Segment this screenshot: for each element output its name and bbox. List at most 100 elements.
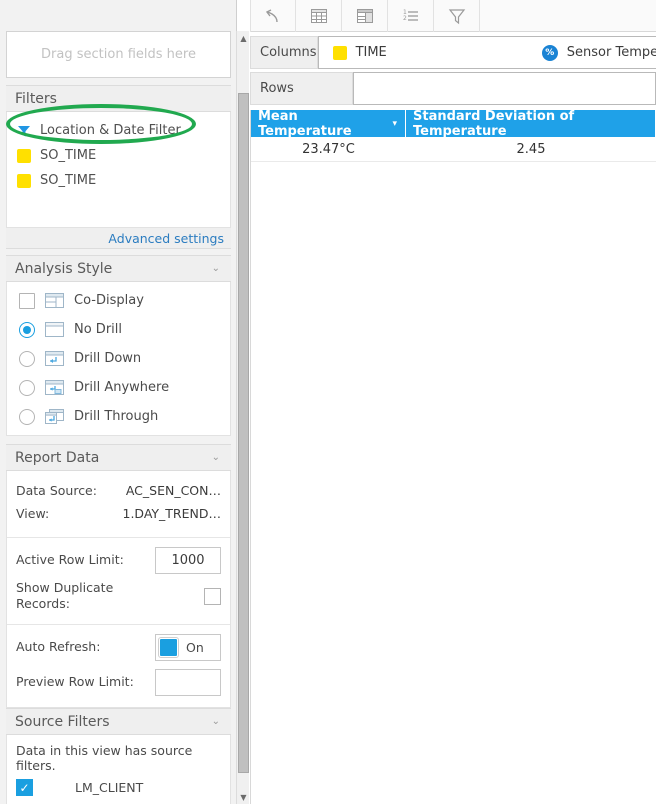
grid-header-mean-temperature[interactable]: Mean Temperature ▾ [251, 108, 406, 139]
option-co-display[interactable]: Co-Display [7, 286, 230, 315]
filters-section-header[interactable]: Filters [6, 85, 231, 112]
left-config-panel: Drag section fields here Filters Locatio… [0, 0, 249, 804]
option-drill-through[interactable]: Drill Through [7, 402, 230, 431]
column-chip-time[interactable]: TIME [332, 45, 387, 60]
analysis-style-section-body: Co-Display No Drill Drill Down Drill Any… [6, 282, 231, 436]
percent-icon: % [541, 44, 558, 61]
analysis-style-title: Analysis Style [15, 260, 113, 277]
source-filter-item[interactable]: ✓ LM_CLIENT [7, 773, 230, 796]
no-drill-radio[interactable] [19, 321, 35, 338]
table-button[interactable] [296, 0, 342, 32]
chevron-down-icon: ⌄ [211, 715, 220, 727]
active-row-limit-row: Active Row Limit: 1000 [7, 544, 230, 576]
divider [7, 624, 230, 625]
column-chip-sensor-temperature[interactable]: % Sensor Temperatu [541, 44, 656, 61]
list-button[interactable]: 1 2 [388, 0, 434, 32]
source-filters-section-body: Data in this view has source filters. ✓ … [6, 735, 231, 804]
left-panel-scrollbar[interactable]: ▲ ▼ [236, 31, 249, 804]
drag-zone-placeholder: Drag section fields here [41, 47, 196, 62]
table-row[interactable]: 23.47°C 2.45 [251, 137, 656, 162]
option-drill-anywhere[interactable]: Drill Anywhere [7, 373, 230, 402]
filter-item-label: Location & Date Filter [40, 123, 181, 138]
section-fields-drop-zone[interactable]: Drag section fields here [6, 31, 231, 78]
checkmark-icon: ✓ [19, 780, 30, 795]
chip-label: Sensor Temperatu [566, 45, 656, 60]
view-value[interactable]: 1.DAY_TREND… [123, 506, 222, 521]
divider [7, 537, 230, 538]
funnel-icon [18, 125, 30, 136]
grid-header-standard-deviation[interactable]: Standard Deviation of Temperature [406, 109, 656, 139]
drill-through-radio[interactable] [19, 408, 35, 425]
advanced-settings-link[interactable]: Advanced settings [108, 231, 224, 246]
filter-item-label: SO_TIME [40, 148, 97, 163]
option-label: Drill Anywhere [74, 380, 170, 395]
no-drill-icon [45, 322, 64, 337]
source-filter-checkbox[interactable]: ✓ [16, 779, 33, 796]
list-icon: 1 2 [403, 9, 418, 22]
preview-row-limit-label: Preview Row Limit: [16, 674, 134, 689]
option-label: Drill Through [74, 409, 159, 424]
filter-item-location-date[interactable]: Location & Date Filter [7, 118, 230, 143]
show-duplicate-records-row: Show Duplicate Records: [7, 580, 230, 612]
drill-anywhere-icon [45, 380, 64, 395]
show-duplicate-records-label: Show Duplicate Records: [16, 580, 114, 611]
source-filters-section-header[interactable]: Source Filters ⌄ [6, 708, 231, 735]
view-row: View: 1.DAY_TREND… [7, 502, 230, 525]
filter-button[interactable] [434, 0, 480, 32]
data-source-row: Data Source: AC_SEN_CON… [7, 479, 230, 502]
co-display-checkbox[interactable] [19, 292, 35, 309]
option-label: Co-Display [74, 293, 144, 308]
svg-text:2: 2 [403, 15, 407, 22]
auto-refresh-label: Auto Refresh: [16, 639, 101, 654]
analysis-style-section-header[interactable]: Analysis Style ⌄ [6, 255, 231, 282]
report-data-section-header[interactable]: Report Data ⌄ [6, 444, 231, 471]
co-display-icon [45, 293, 64, 308]
filter-item-label: SO_TIME [40, 173, 97, 188]
filter-icon [448, 9, 465, 25]
data-source-value[interactable]: AC_SEN_CON… [126, 483, 221, 498]
filters-section-title: Filters [15, 90, 57, 107]
grid-header-label: Mean Temperature [258, 108, 352, 139]
auto-refresh-state: On [186, 639, 204, 655]
filter-item-so-time-1[interactable]: SO_TIME [7, 143, 230, 168]
drill-anywhere-radio[interactable] [19, 379, 35, 396]
advanced-settings-row: Advanced settings [6, 228, 231, 249]
option-label: Drill Down [74, 351, 142, 366]
undo-icon [265, 9, 278, 23]
filters-section-body: Location & Date Filter SO_TIME SO_TIME [6, 112, 231, 228]
data-source-label: Data Source: [16, 483, 97, 498]
yellow-square-icon [332, 45, 347, 60]
chevron-down-icon: ⌄ [211, 451, 220, 463]
drill-through-icon [45, 409, 64, 424]
report-data-title: Report Data [15, 449, 100, 466]
option-no-drill[interactable]: No Drill [7, 315, 230, 344]
auto-refresh-row: Auto Refresh: On [7, 631, 230, 663]
filter-item-so-time-2[interactable]: SO_TIME [7, 168, 230, 193]
grid-header-row: Mean Temperature ▾ Standard Deviation of… [251, 108, 656, 139]
scroll-up-arrow-icon[interactable]: ▲ [237, 31, 250, 45]
rows-shelf-drop[interactable] [353, 72, 656, 105]
preview-row-limit-row: Preview Row Limit: [7, 666, 230, 698]
report-data-section-body: Data Source: AC_SEN_CON… View: 1.DAY_TRE… [6, 471, 231, 708]
results-grid: Mean Temperature ▾ Standard Deviation of… [250, 108, 656, 804]
rows-shelf-label: Rows [250, 72, 353, 105]
show-duplicate-records-checkbox[interactable] [204, 587, 221, 605]
preview-row-limit-input[interactable] [155, 668, 221, 696]
columns-shelf-drop[interactable]: TIME % Sensor Temperatu [317, 36, 656, 69]
scrollbar-thumb[interactable] [238, 93, 249, 773]
report-layout-button[interactable] [342, 0, 388, 32]
undo-button[interactable] [250, 0, 296, 32]
toggle-knob-icon [158, 636, 179, 658]
option-drill-down[interactable]: Drill Down [7, 344, 230, 373]
drill-down-radio[interactable] [19, 350, 35, 367]
chip-label: TIME [355, 45, 387, 60]
auto-refresh-toggle[interactable]: On [155, 633, 221, 661]
source-filter-label: LM_CLIENT [75, 780, 144, 795]
source-filters-title: Source Filters [15, 713, 110, 730]
pivot-shelves: Columns TIME % Sensor Temperatu Rows [250, 36, 656, 105]
drill-down-icon [45, 351, 64, 366]
cell-standard-deviation: 2.45 [516, 141, 546, 157]
scroll-down-arrow-icon[interactable]: ▼ [237, 790, 250, 804]
active-row-limit-input[interactable]: 1000 [155, 546, 221, 574]
sort-descending-icon[interactable]: ▾ [392, 119, 397, 129]
